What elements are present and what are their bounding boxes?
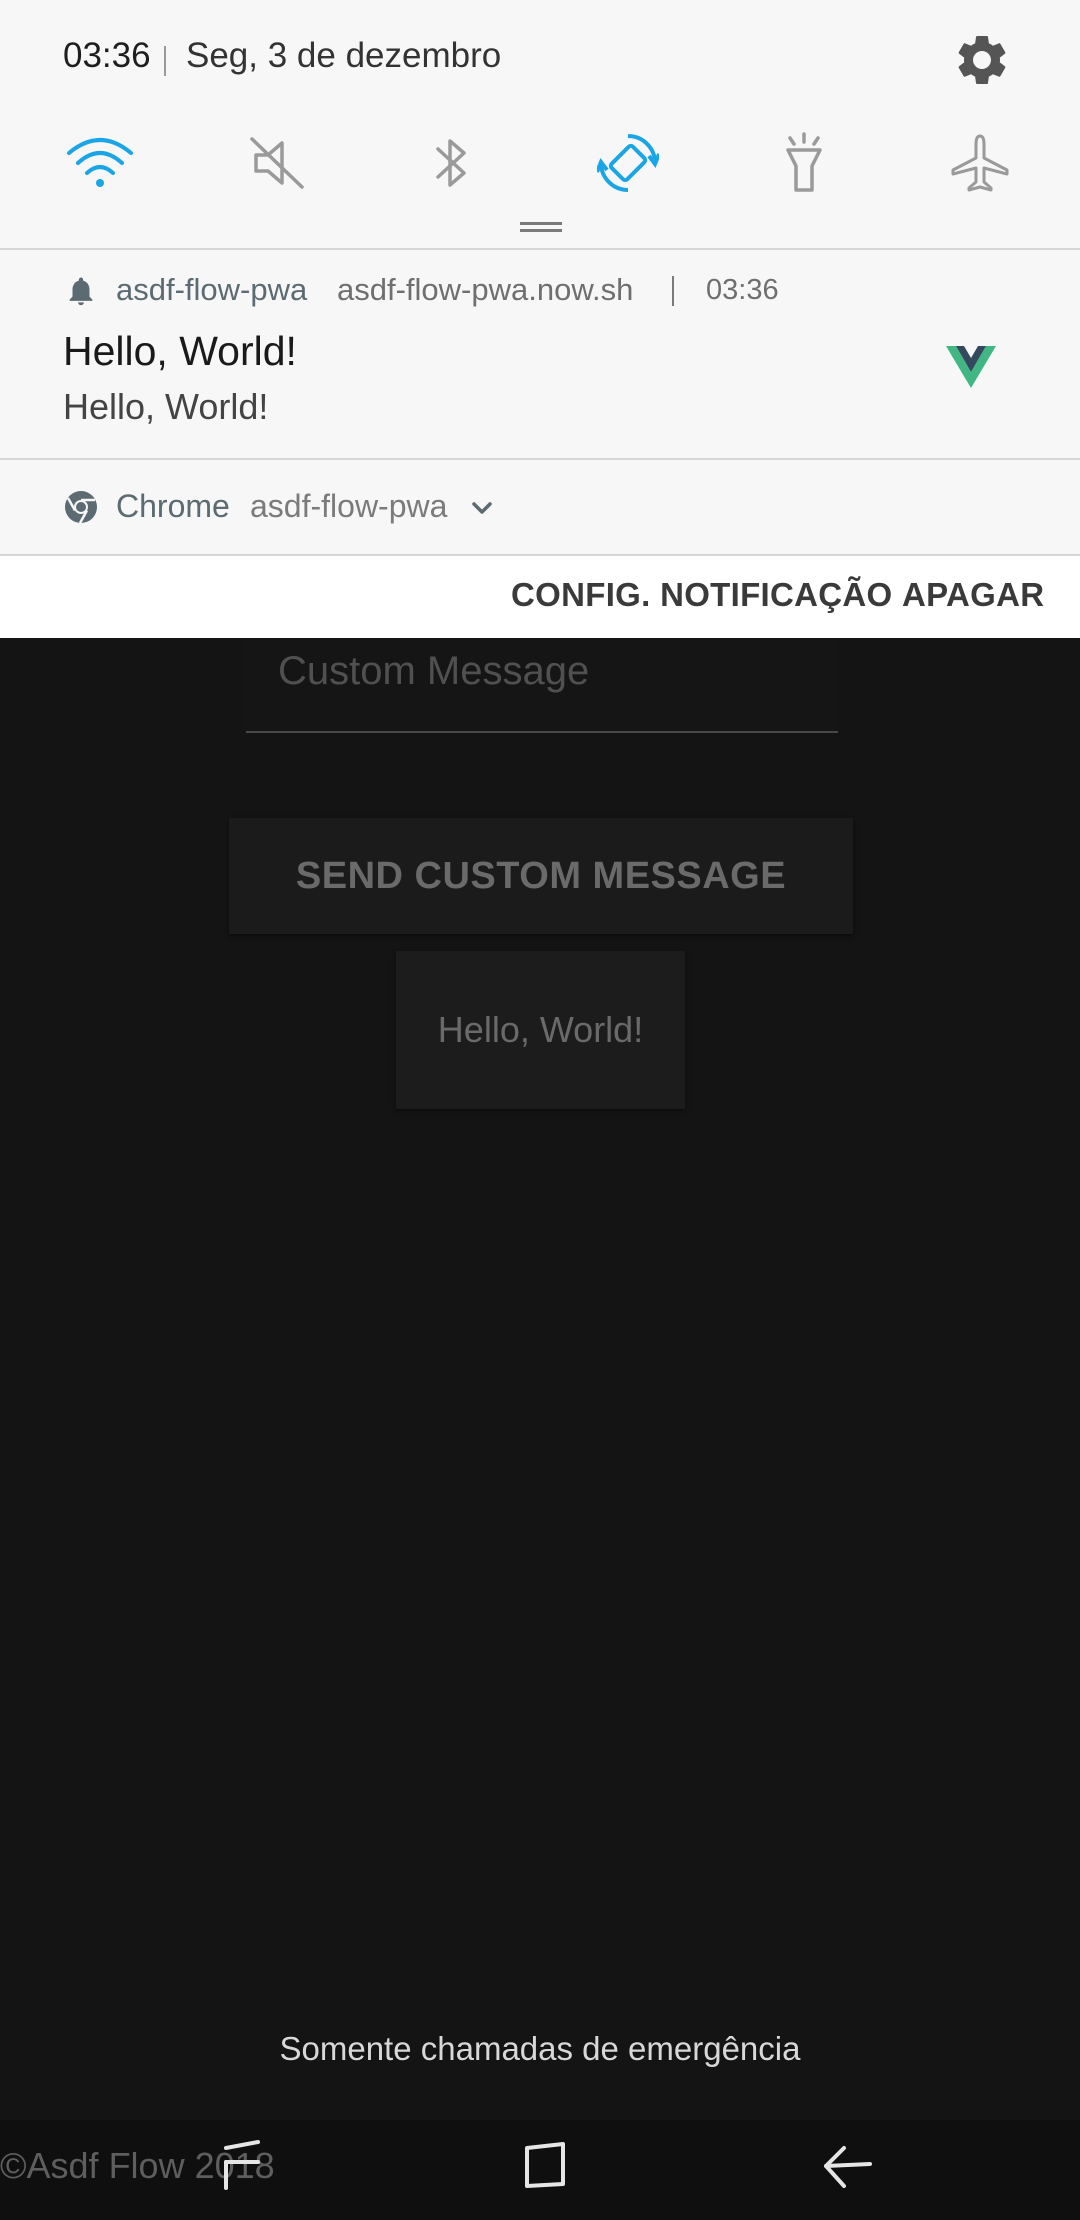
quick-setting-bluetooth[interactable] [412,125,492,205]
quick-setting-airplane-mode[interactable] [940,125,1020,205]
shade-drag-handle[interactable] [520,222,562,232]
home-button[interactable] [500,2128,590,2208]
chrome-icon [64,490,98,524]
chrome-site-name: asdf-flow-pwa [250,488,448,524]
home-icon [519,2140,571,2197]
notification-shade: 03:36 Seg, 3 de dezembro asdf-flow-pwa a… [0,0,1080,638]
clear-all-button[interactable]: APAGAR [902,576,1044,614]
notification-settings-button[interactable]: CONFIG. NOTIFICAÇÃO [511,576,893,614]
back-button[interactable] [803,2128,893,2208]
notification-body[interactable]: Hello, World! [63,386,268,428]
quick-setting-wifi[interactable] [60,125,140,205]
time-date-divider [164,46,166,76]
send-custom-message-button[interactable]: SEND CUSTOM MESSAGE [229,818,853,934]
recent-apps-icon [218,2138,268,2199]
gear-icon [952,36,1012,94]
chrome-app-name: Chrome [116,488,230,524]
custom-message-input[interactable] [276,630,820,712]
quick-setting-auto-rotate[interactable] [588,125,668,205]
sound-mute-icon [248,133,308,198]
flashlight-icon [782,131,826,199]
emergency-calls-only-text: Somente chamadas de emergência [279,2030,801,2067]
wifi-icon [65,135,135,196]
back-arrow-icon [820,2138,876,2199]
vue-logo-icon [946,346,996,388]
chevron-down-icon[interactable] [468,494,496,522]
divider-top [0,248,1080,250]
airplane-mode-icon [949,132,1011,199]
notification-title[interactable]: Hello, World! [63,328,297,375]
notification-app-name: asdf-flow-pwa [116,272,308,307]
bell-icon [64,274,98,308]
quick-setting-sound[interactable] [238,125,318,205]
date-text: Seg, 3 de dezembro [186,36,502,75]
recent-apps-button[interactable] [198,2128,288,2208]
quick-setting-flashlight[interactable] [764,125,844,205]
notification-divider [672,276,674,306]
settings-button[interactable] [952,30,1012,90]
hello-world-card[interactable]: Hello, World! [396,951,685,1109]
notification-time: 03:36 [706,274,779,306]
bluetooth-icon [430,133,474,198]
divider-middle [0,458,1080,460]
notification-host: asdf-flow-pwa.now.sh [337,272,634,307]
auto-rotate-icon [595,132,661,199]
clock-time: 03:36 [63,36,151,75]
